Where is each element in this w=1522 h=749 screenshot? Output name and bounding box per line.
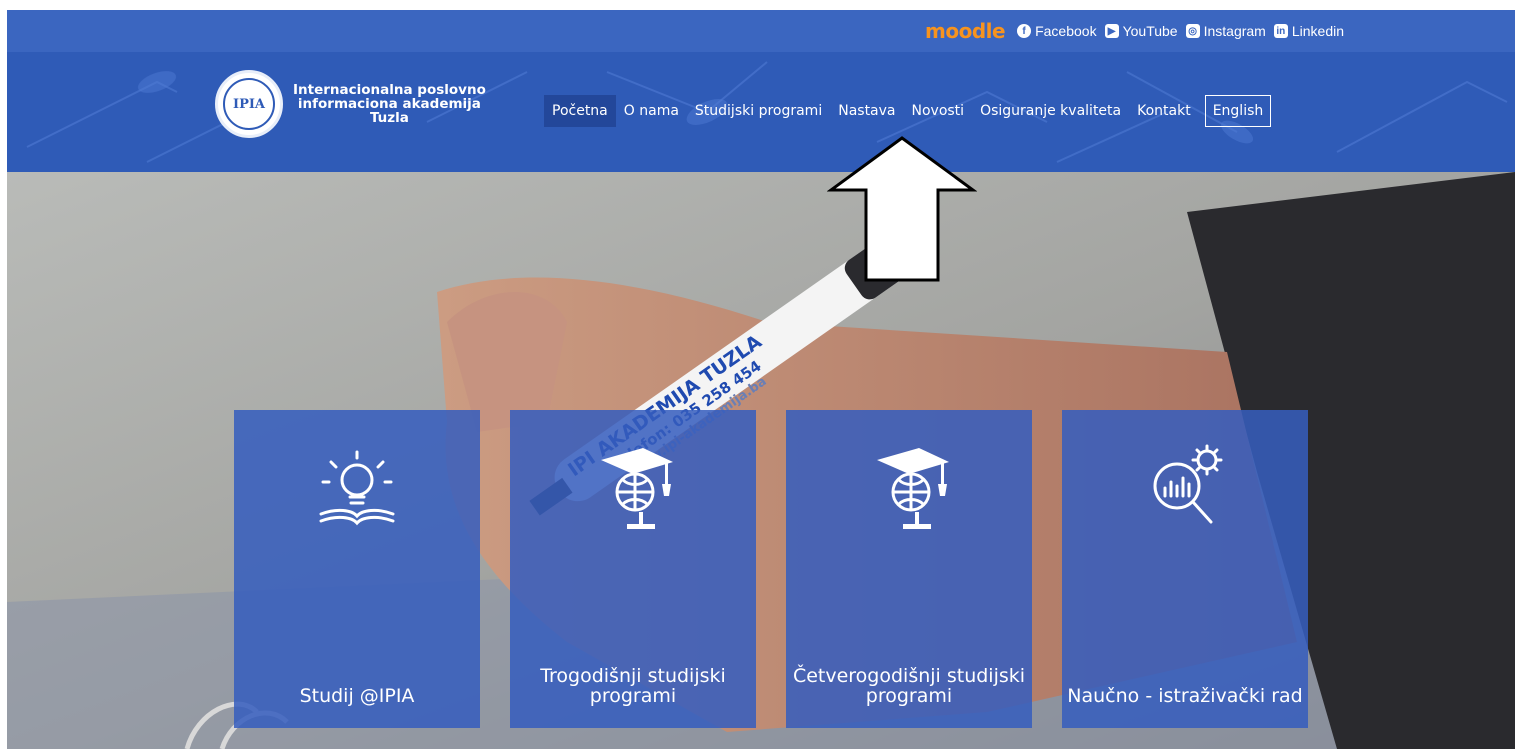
youtube-icon: ▶ bbox=[1104, 24, 1119, 38]
instagram-label: Instagram bbox=[1203, 23, 1266, 39]
instagram-icon: ◎ bbox=[1185, 24, 1200, 38]
nav-item-studijski-programi[interactable]: Studijski programi bbox=[687, 95, 830, 127]
nav-item-osiguranje-kvaliteta[interactable]: Osiguranje kvaliteta bbox=[972, 95, 1129, 127]
card-title: Studij @IPIA bbox=[299, 685, 415, 707]
logo-seal-text: IPIA bbox=[223, 78, 275, 130]
card-naucno-istrazivacki-rad[interactable]: Naučno - istraživački rad bbox=[1062, 410, 1308, 728]
nav-item-pocetna[interactable]: Početna bbox=[544, 95, 616, 127]
card-cetverogodisnji-programi[interactable]: Četverogodišnji studijski programi bbox=[786, 410, 1032, 728]
up-arrow-annotation-icon bbox=[827, 136, 977, 282]
facebook-label: Facebook bbox=[1035, 23, 1097, 39]
social-bar: moodle f Facebook ▶ YouTube ◎ Instagram … bbox=[7, 10, 1515, 52]
page: moodle f Facebook ▶ YouTube ◎ Instagram … bbox=[7, 10, 1515, 749]
card-title: Naučno - istraživački rad bbox=[1067, 685, 1303, 707]
youtube-link[interactable]: ▶ YouTube bbox=[1104, 23, 1178, 39]
linkedin-link[interactable]: in Linkedin bbox=[1273, 23, 1344, 39]
nav-item-o-nama[interactable]: O nama bbox=[616, 95, 687, 127]
moodle-link[interactable]: moodle bbox=[925, 19, 1006, 43]
facebook-link[interactable]: f Facebook bbox=[1017, 23, 1097, 39]
facebook-icon: f bbox=[1017, 24, 1032, 38]
research-magnifier-icon bbox=[1153, 444, 1223, 524]
card-title: Četverogodišnji studijski programi bbox=[792, 665, 1026, 707]
site-header: IPIA Internacionalna poslovno informacio… bbox=[7, 52, 1515, 172]
nav-item-kontakt[interactable]: Kontakt bbox=[1129, 95, 1199, 127]
linkedin-label: Linkedin bbox=[1291, 23, 1344, 39]
nav-item-nastava[interactable]: Nastava bbox=[830, 95, 903, 127]
graduation-globe-icon bbox=[601, 448, 673, 529]
logo-line-3: Tuzla bbox=[369, 110, 409, 126]
card-title: Trogodišnji studijski programi bbox=[540, 665, 726, 707]
youtube-label: YouTube bbox=[1122, 23, 1178, 39]
site-logo[interactable]: IPIA Internacionalna poslovno informacio… bbox=[215, 70, 486, 138]
logo-line-2: informaciona akademija bbox=[297, 96, 481, 112]
card-studij-ipia[interactable]: Studij @IPIA bbox=[234, 410, 480, 728]
card-trogodisnji-programi[interactable]: Trogodišnji studijski programi bbox=[510, 410, 756, 728]
linkedin-icon: in bbox=[1273, 24, 1288, 38]
logo-line-1: Internacionalna poslovno bbox=[293, 82, 486, 98]
lightbulb-book-icon bbox=[319, 450, 395, 526]
logo-wordmark: Internacionalna poslovno informaciona ak… bbox=[293, 83, 486, 125]
logo-seal-icon: IPIA bbox=[215, 70, 283, 138]
main-nav: Početna O nama Studijski programi Nastav… bbox=[544, 95, 1272, 127]
graduation-globe-icon bbox=[877, 448, 949, 529]
language-switch-button[interactable]: English bbox=[1204, 95, 1272, 127]
nav-item-novosti[interactable]: Novosti bbox=[904, 95, 973, 127]
instagram-link[interactable]: ◎ Instagram bbox=[1185, 23, 1266, 39]
